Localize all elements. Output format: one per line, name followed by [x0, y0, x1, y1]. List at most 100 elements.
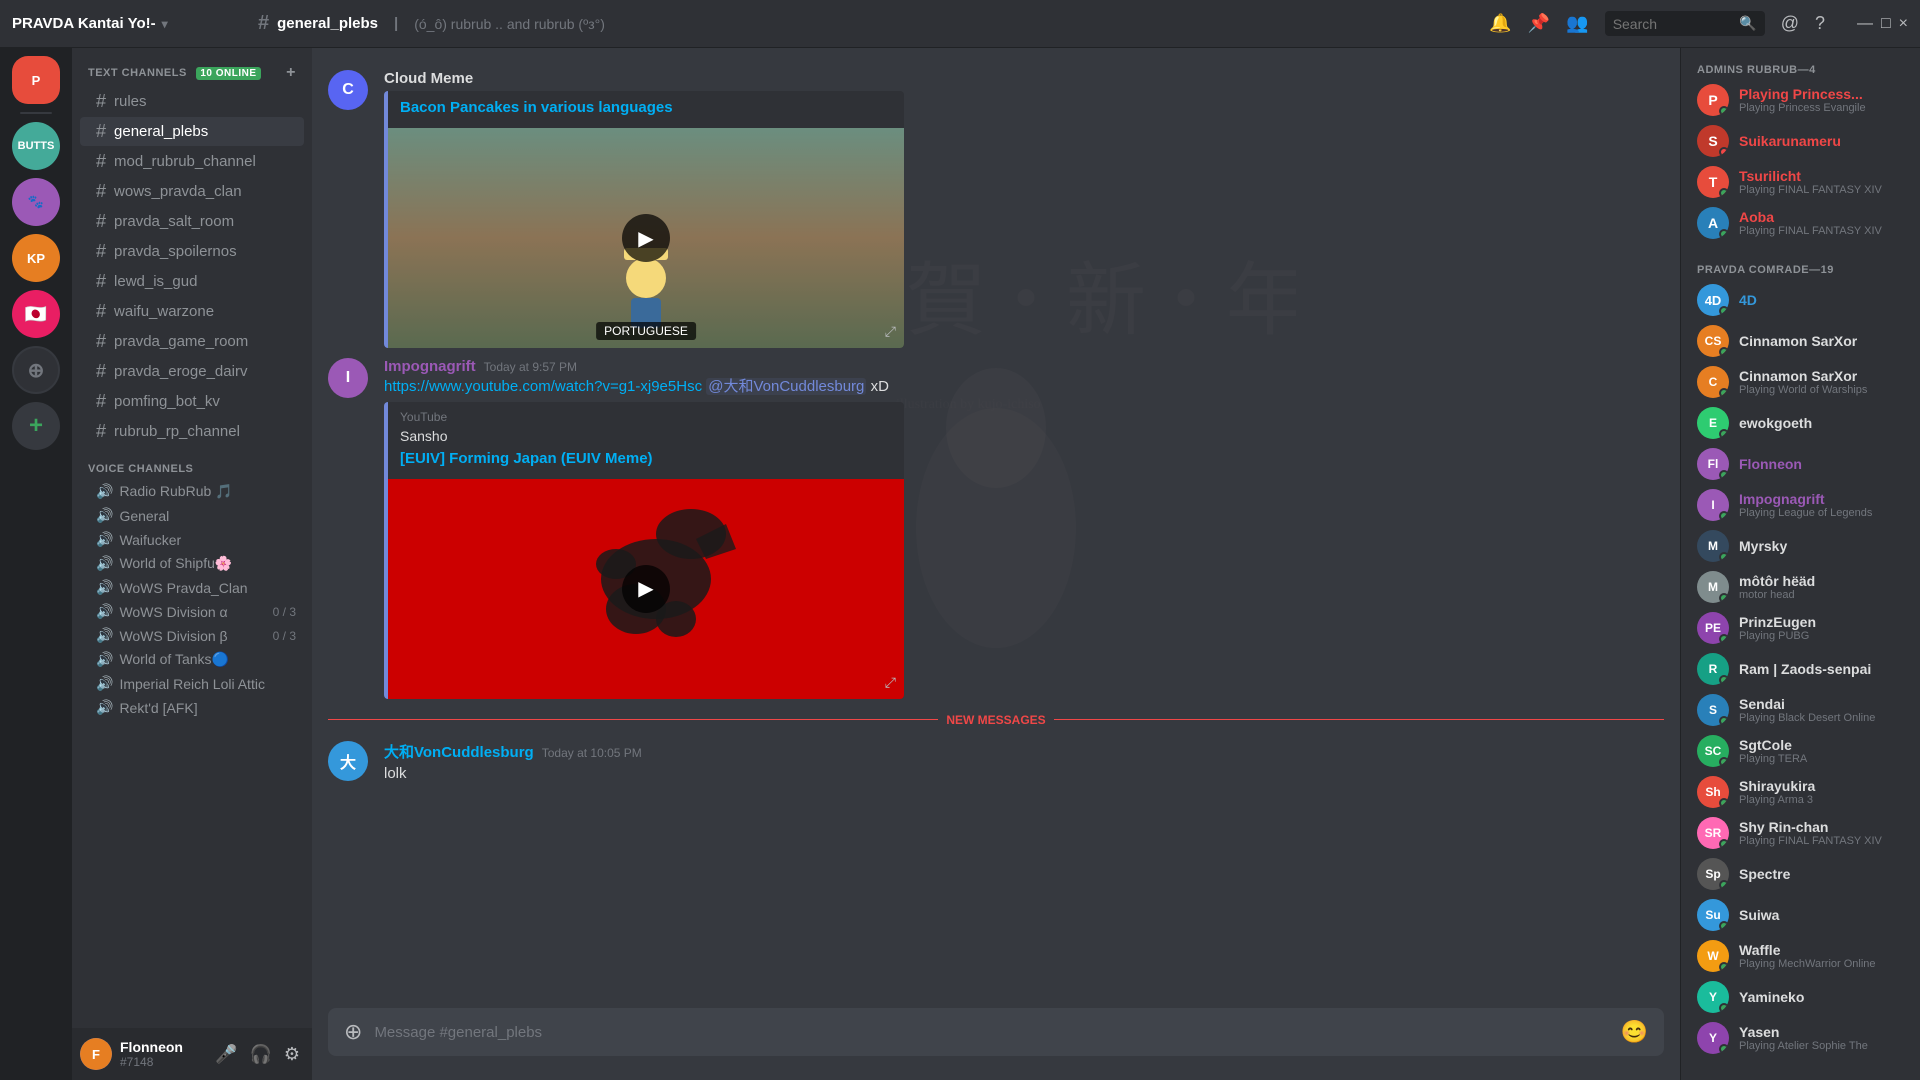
member-item[interactable]: Y Yasen Playing Atelier Sophie The	[1689, 1018, 1912, 1058]
member-item[interactable]: 4D 4D	[1689, 280, 1912, 320]
channel-item-waifu[interactable]: # waifu_warzone	[80, 297, 304, 326]
channel-item-salt[interactable]: # pravda_salt_room	[80, 207, 304, 236]
message-link[interactable]: https://www.youtube.com/watch?v=g1-xj9e5…	[384, 378, 702, 395]
member-item[interactable]: P Playing Princess... Playing Princess E…	[1689, 80, 1912, 120]
external-link-icon[interactable]: ⤢	[885, 674, 896, 691]
avatar: I	[328, 358, 368, 398]
channel-item-general-plebs[interactable]: # general_plebs ⊕	[80, 117, 304, 146]
voice-item-shipfu[interactable]: 🔊 World of Shipfu🌸	[80, 552, 304, 575]
member-item[interactable]: SR Shy Rin-chan Playing FINAL FANTASY XI…	[1689, 813, 1912, 853]
member-item[interactable]: T Tsurilicht Playing FINAL FANTASY XIV	[1689, 162, 1912, 202]
voice-icon: 🔊	[96, 651, 113, 668]
deafen-button[interactable]: 🎧	[245, 1040, 275, 1069]
voice-item-general[interactable]: 🔊 General	[80, 504, 304, 527]
voice-item-waifucker[interactable]: 🔊 Waifucker	[80, 528, 304, 551]
member-item[interactable]: A Aoba Playing FINAL FANTASY XIV	[1689, 203, 1912, 243]
status-dot	[1719, 757, 1729, 767]
voice-item-afk[interactable]: 🔊 Rekt'd [AFK]	[80, 696, 304, 719]
attach-file-button[interactable]: ⊕	[344, 1019, 362, 1045]
member-item[interactable]: PE PrinzEugen Playing PUBG	[1689, 608, 1912, 648]
pin-icon[interactable]: 📌	[1528, 13, 1550, 34]
search-bar[interactable]: 🔍	[1605, 11, 1765, 36]
mute-button[interactable]: 🎤	[211, 1040, 241, 1069]
member-item[interactable]: CS Cinnamon SarXor	[1689, 321, 1912, 361]
server-icon-jp[interactable]: 🇯🇵	[12, 290, 60, 338]
embed-video-preview[interactable]: ▶ ⤢ PORTUGUESE	[388, 128, 904, 348]
member-item[interactable]: W Waffle Playing MechWarrior Online	[1689, 936, 1912, 976]
maximize-button[interactable]: □	[1881, 15, 1891, 33]
member-name: Suikarunameru	[1739, 133, 1904, 149]
pravda-section: PRAVDA COMRADE—19 4D 4D CS Cinnamon Sa	[1681, 248, 1920, 1063]
voice-item-pravda-clan[interactable]: 🔊 WoWS Pravda_Clan	[80, 576, 304, 599]
channel-item-lewd[interactable]: # lewd_is_gud	[80, 267, 304, 296]
member-status: Playing TERA	[1739, 753, 1904, 765]
settings-button[interactable]: ⚙	[280, 1040, 304, 1069]
voice-item-division-beta[interactable]: 🔊 WoWS Division β 0 / 3	[80, 624, 304, 647]
minimize-button[interactable]: —	[1857, 15, 1873, 33]
channel-name: rules	[114, 93, 147, 110]
play-button[interactable]: ▶	[622, 214, 670, 262]
server-icon-6[interactable]: ⊕	[12, 346, 60, 394]
external-link-icon[interactable]: ⤢	[885, 323, 896, 340]
member-item[interactable]: R Ram | Zaods-senpai	[1689, 649, 1912, 689]
member-item[interactable]: Su Suiwa	[1689, 895, 1912, 935]
status-dot	[1719, 229, 1729, 239]
member-item[interactable]: C Cinnamon SarXor Playing World of Warsh…	[1689, 362, 1912, 402]
channel-item-game[interactable]: # pravda_game_room	[80, 327, 304, 356]
members-icon[interactable]: 👥	[1566, 13, 1588, 34]
member-item[interactable]: Sh Shirayukira Playing Arma 3	[1689, 772, 1912, 812]
channel-item-rp[interactable]: # rubrub_rp_channel	[80, 417, 304, 446]
member-item[interactable]: Fl Flonneon	[1689, 444, 1912, 484]
channel-name: pravda_spoilernos	[114, 243, 237, 260]
channel-item-rules[interactable]: # rules	[80, 87, 304, 116]
voice-item-division-alpha[interactable]: 🔊 WoWS Division α 0 / 3	[80, 600, 304, 623]
server-icon-kp[interactable]: KP	[12, 234, 60, 282]
voice-icon: 🔊	[96, 555, 113, 572]
emoji-button[interactable]: 😊	[1621, 1019, 1648, 1045]
server-icon-pravda[interactable]: P	[12, 56, 60, 104]
member-status: Playing League of Legends	[1739, 507, 1904, 519]
add-channel-icon[interactable]: +	[286, 64, 296, 82]
help-icon[interactable]: ?	[1815, 13, 1825, 34]
status-dot	[1719, 593, 1729, 603]
embed-video-preview[interactable]: ▶ ⤢	[388, 479, 904, 699]
member-item[interactable]: E ewokgoeth	[1689, 403, 1912, 443]
member-item[interactable]: S Sendai Playing Black Desert Online	[1689, 690, 1912, 730]
channel-item-pomfing[interactable]: # pomfing_bot_kv	[80, 387, 304, 416]
voice-channel-name: Radio RubRub 🎵	[119, 483, 232, 500]
member-item[interactable]: M Myrsky	[1689, 526, 1912, 566]
voice-item-wot[interactable]: 🔊 World of Tanks🔵	[80, 648, 304, 671]
channel-name: general_plebs	[114, 123, 208, 140]
member-item[interactable]: S Suikarunameru	[1689, 121, 1912, 161]
channel-item-wows[interactable]: # wows_pravda_clan	[80, 177, 304, 206]
server-name[interactable]: PRAVDA Kantai Yo!- ▾	[12, 15, 242, 32]
member-status: motor head	[1739, 589, 1904, 601]
member-status: Playing Princess Evangile	[1739, 102, 1904, 114]
server-icon-butts[interactable]: BUTTS	[12, 122, 60, 170]
channel-item-eroge[interactable]: # pravda_eroge_dairv	[80, 357, 304, 386]
member-item[interactable]: Y Yamineko	[1689, 977, 1912, 1017]
close-button[interactable]: ×	[1899, 15, 1908, 33]
hash-icon: #	[96, 391, 106, 412]
message-timestamp: Today at 10:05 PM	[542, 746, 642, 760]
channel-item-mod[interactable]: # mod_rubrub_channel	[80, 147, 304, 176]
voice-item-imperial[interactable]: 🔊 Imperial Reich Loli Attic	[80, 672, 304, 695]
voice-icon: 🔊	[96, 507, 113, 524]
at-icon[interactable]: @	[1781, 13, 1799, 34]
message-input[interactable]	[374, 1024, 1608, 1041]
avatar: P	[1697, 84, 1729, 116]
server-icon-3[interactable]: 🐾	[12, 178, 60, 226]
voice-item-radio[interactable]: 🔊 Radio RubRub 🎵	[80, 480, 304, 503]
hash-icon: #	[96, 241, 106, 262]
member-item[interactable]: SC SgtCole Playing TERA	[1689, 731, 1912, 771]
member-info: Spectre	[1739, 866, 1904, 882]
play-button[interactable]: ▶	[622, 565, 670, 613]
channel-item-spoiler[interactable]: # pravda_spoilernos	[80, 237, 304, 266]
add-server-button[interactable]: +	[12, 402, 60, 450]
bell-icon[interactable]: 🔔	[1489, 13, 1511, 34]
member-item[interactable]: M môtôr hëäd motor head	[1689, 567, 1912, 607]
member-item[interactable]: I Impognagrift Playing League of Legends	[1689, 485, 1912, 525]
member-item[interactable]: Sp Spectre	[1689, 854, 1912, 894]
search-input[interactable]	[1613, 16, 1734, 32]
message-author: Impognagrift	[384, 358, 476, 375]
